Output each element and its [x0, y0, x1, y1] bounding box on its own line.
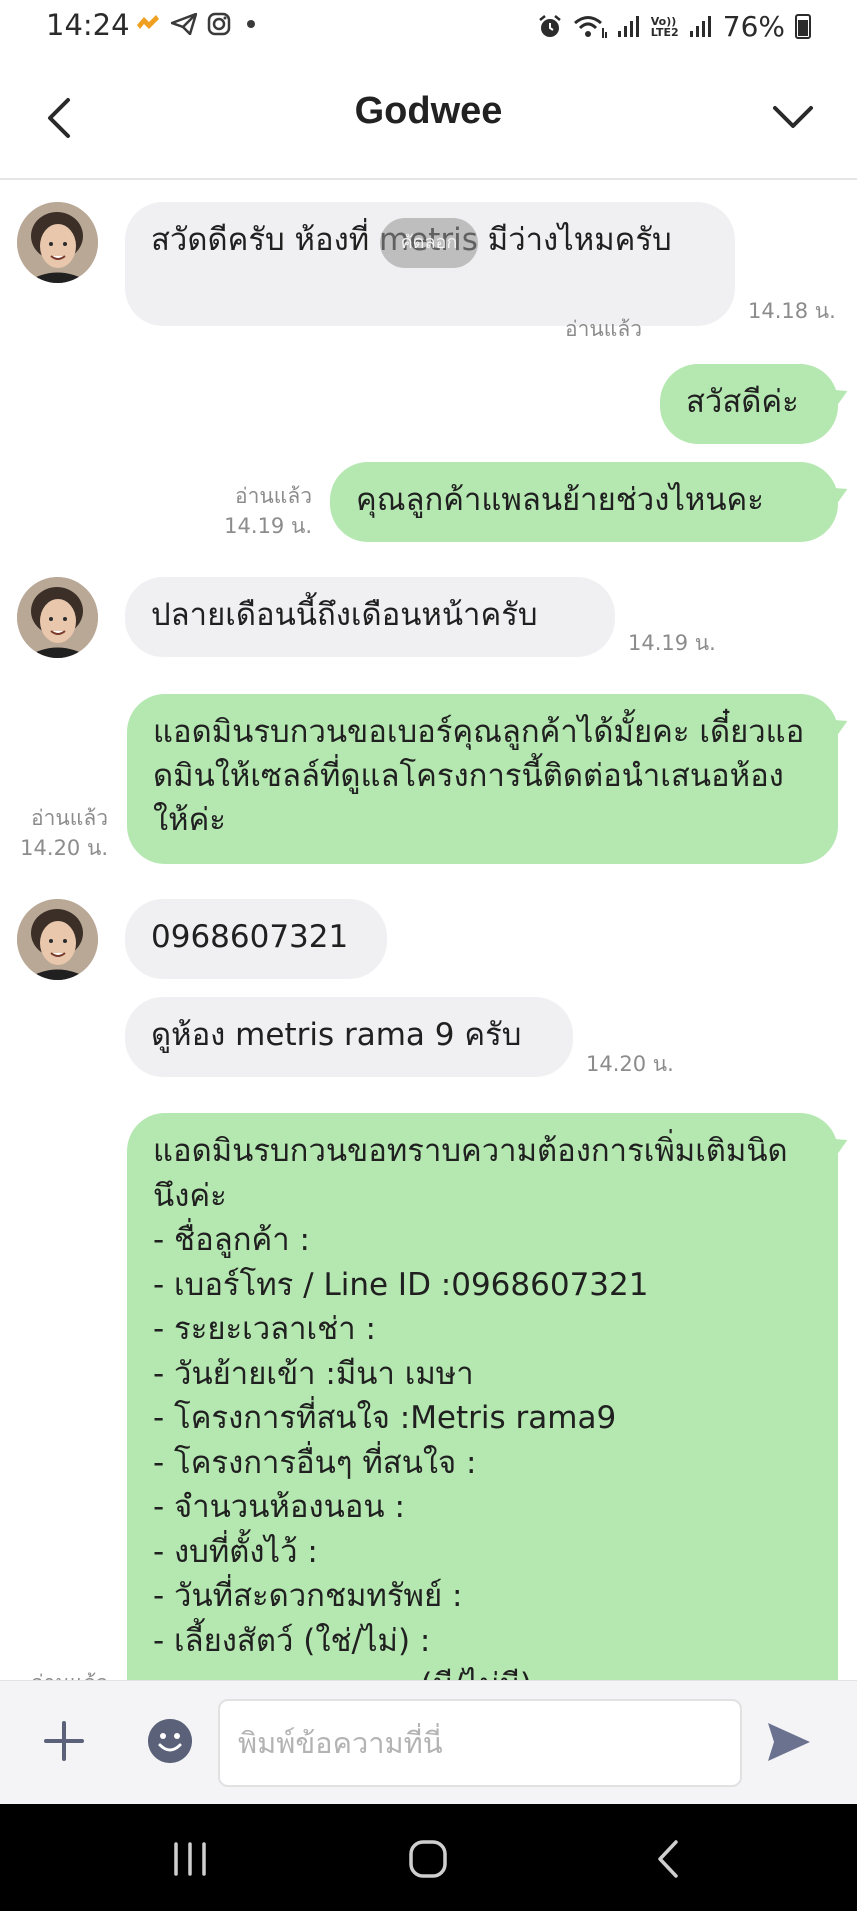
plus-icon[interactable] [44, 1721, 84, 1761]
send-icon[interactable] [764, 1717, 814, 1767]
form-line: - ชื่อลูกค้า : [153, 1222, 310, 1258]
home-icon[interactable] [398, 1834, 458, 1884]
chevron-down-icon[interactable] [765, 88, 821, 148]
notification-icon [137, 15, 159, 29]
instagram-icon [207, 12, 231, 36]
recent-apps-icon[interactable] [160, 1834, 220, 1884]
message-time: 14.20 น. [20, 836, 108, 860]
dot-icon [247, 20, 255, 28]
composer-bar [0, 1680, 857, 1805]
emoji-icon[interactable] [148, 1719, 192, 1763]
alarm-icon [538, 14, 561, 37]
wifi-icon [573, 15, 607, 38]
chat-title[interactable]: Godwee [0, 90, 857, 133]
message-list[interactable]: สวัดดีครับ ห้องที่ metris มีว่างไหมครับ … [0, 180, 857, 1680]
message-intro: แอดมินรบกวนขอทราบความต้องการเพิ่มเติมนิด… [153, 1133, 788, 1214]
copy-tooltip[interactable]: คัดลอก [380, 218, 478, 268]
message-input[interactable] [218, 1699, 742, 1787]
status-time: 14:24 [46, 8, 130, 42]
form-line: - จำนวนห้องนอน : [153, 1489, 405, 1525]
incoming-message[interactable]: 0968607321 [125, 899, 387, 979]
volte-icon: Vo)) LTE2 [650, 14, 679, 39]
form-line: - ระยะเวลาเช่า : [153, 1311, 376, 1347]
status-bar: 14:24 Vo)) LTE2 76% [0, 0, 857, 56]
chat-header: Godwee [0, 60, 857, 180]
form-line: - เลี้ยงสัตว์ (ใช่/ไม่) : [153, 1622, 431, 1659]
read-receipt: อ่านแล้ว [565, 317, 642, 341]
form-line: - วันที่สะดวกชมทรัพย์ : [153, 1578, 463, 1614]
outgoing-message[interactable]: แอดมินรบกวนขอทราบความต้องการเพิ่มเติมนิด… [127, 1113, 838, 1680]
incoming-message[interactable]: ดูห้อง metris rama 9 ครับ [125, 997, 573, 1077]
outgoing-message[interactable]: คุณลูกค้าแพลนย้ายช่วงไหนคะ [330, 462, 838, 542]
avatar[interactable] [17, 577, 98, 658]
form-line: - งบที่ตั้งไว้ : [153, 1533, 318, 1570]
back-icon[interactable] [638, 1834, 698, 1884]
system-navigation-bar [0, 1804, 857, 1911]
read-receipt: อ่านแล้ว [8, 1668, 108, 1680]
message-time: 14.20 น. [586, 1052, 674, 1076]
form-line: - โครงการอื่นๆ ที่สนใจ : [153, 1444, 477, 1481]
battery-icon [795, 14, 811, 39]
read-receipt: อ่านแล้ว [235, 484, 312, 508]
message-time: 14.18 น. [748, 299, 836, 323]
avatar[interactable] [17, 899, 98, 980]
message-time: 14.19 น. [224, 514, 312, 538]
avatar[interactable] [17, 202, 98, 283]
form-line: - วันย้ายเข้า :มีนา เมษา [153, 1355, 474, 1392]
telegram-icon [171, 13, 197, 35]
signal-icon [617, 15, 639, 37]
incoming-message[interactable]: ปลายเดือนนี้ถึงเดือนหน้าครับ [125, 577, 615, 657]
battery-percent: 76% [722, 10, 785, 43]
form-line: - เบอร์โทร / Line ID :0968607321 [153, 1266, 649, 1303]
message-time: 14.19 น. [628, 631, 716, 655]
form-line: - โครงการที่สนใจ :Metris rama9 [153, 1400, 617, 1436]
form-line: - ........................ (มี/ไม่มี) [153, 1663, 812, 1680]
signal-icon [689, 15, 711, 37]
outgoing-message[interactable]: สวัสดีค่ะ [660, 364, 838, 444]
outgoing-message[interactable]: แอดมินรบกวนขอเบอร์คุณลูกค้าได้มั้ยคะ เดี… [127, 694, 838, 864]
read-receipt: อ่านแล้ว [31, 806, 108, 830]
